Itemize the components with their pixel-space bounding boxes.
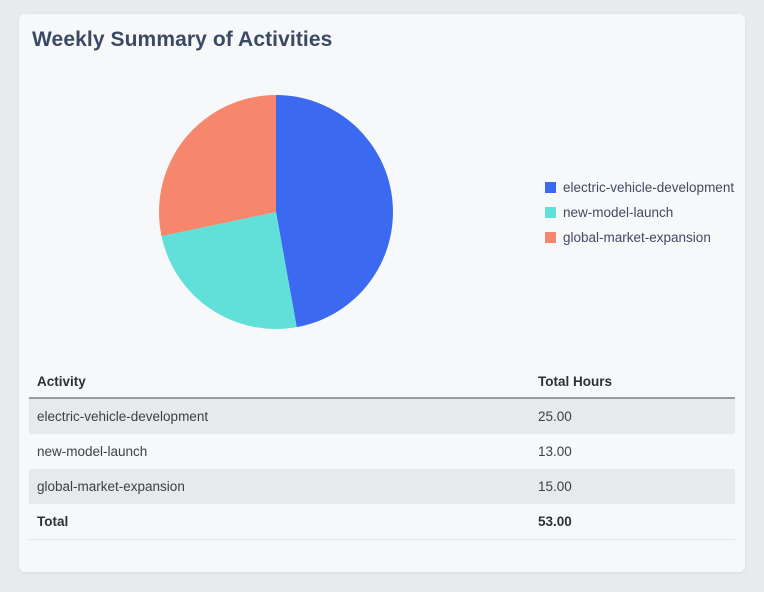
- legend-item-new-model-launch[interactable]: new-model-launch: [545, 205, 734, 220]
- activities-table-container: Activity Total Hours electric-vehicle-de…: [29, 366, 735, 540]
- page-title: Weekly Summary of Activities: [32, 28, 333, 51]
- activities-table: Activity Total Hours electric-vehicle-de…: [29, 366, 735, 540]
- column-header-activity: Activity: [29, 366, 530, 399]
- total-label-cell: Total: [29, 504, 530, 540]
- table-total-row: Total 53.00: [29, 504, 735, 540]
- pie-chart-svg: [159, 95, 393, 329]
- table-row: electric-vehicle-development 25.00: [29, 398, 735, 434]
- column-header-total-hours: Total Hours: [530, 366, 735, 399]
- legend-item-label: new-model-launch: [563, 205, 674, 220]
- legend-swatch-icon: [545, 207, 556, 218]
- legend-item-label: global-market-expansion: [563, 230, 711, 245]
- hours-cell: 15.00: [530, 469, 735, 504]
- legend-swatch-icon: [545, 232, 556, 243]
- pie-slice-global-market-expansion[interactable]: [159, 95, 276, 237]
- hours-cell: 13.00: [538, 444, 572, 459]
- table-row: new-model-launch 13.00: [29, 434, 735, 469]
- weekly-summary-card: Weekly Summary of Activities electric-ve…: [19, 14, 745, 572]
- activity-cell: new-model-launch: [37, 444, 148, 459]
- chart-legend: electric-vehicle-development new-model-l…: [545, 180, 734, 255]
- activity-cell: global-market-expansion: [29, 469, 530, 504]
- table-header-row: Activity Total Hours: [29, 366, 735, 399]
- pie-chart: [158, 94, 394, 330]
- hours-cell: 25.00: [530, 398, 735, 434]
- legend-swatch-icon: [545, 182, 556, 193]
- activity-cell: electric-vehicle-development: [29, 398, 530, 434]
- legend-item-global-market-expansion[interactable]: global-market-expansion: [545, 230, 734, 245]
- pie-slice-electric-vehicle-development[interactable]: [276, 95, 393, 328]
- legend-item-label: electric-vehicle-development: [563, 180, 735, 195]
- table-row: global-market-expansion 15.00: [29, 469, 735, 504]
- total-hours-cell: 53.00: [530, 504, 735, 540]
- legend-item-electric-vehicle-development[interactable]: electric-vehicle-development: [545, 180, 734, 195]
